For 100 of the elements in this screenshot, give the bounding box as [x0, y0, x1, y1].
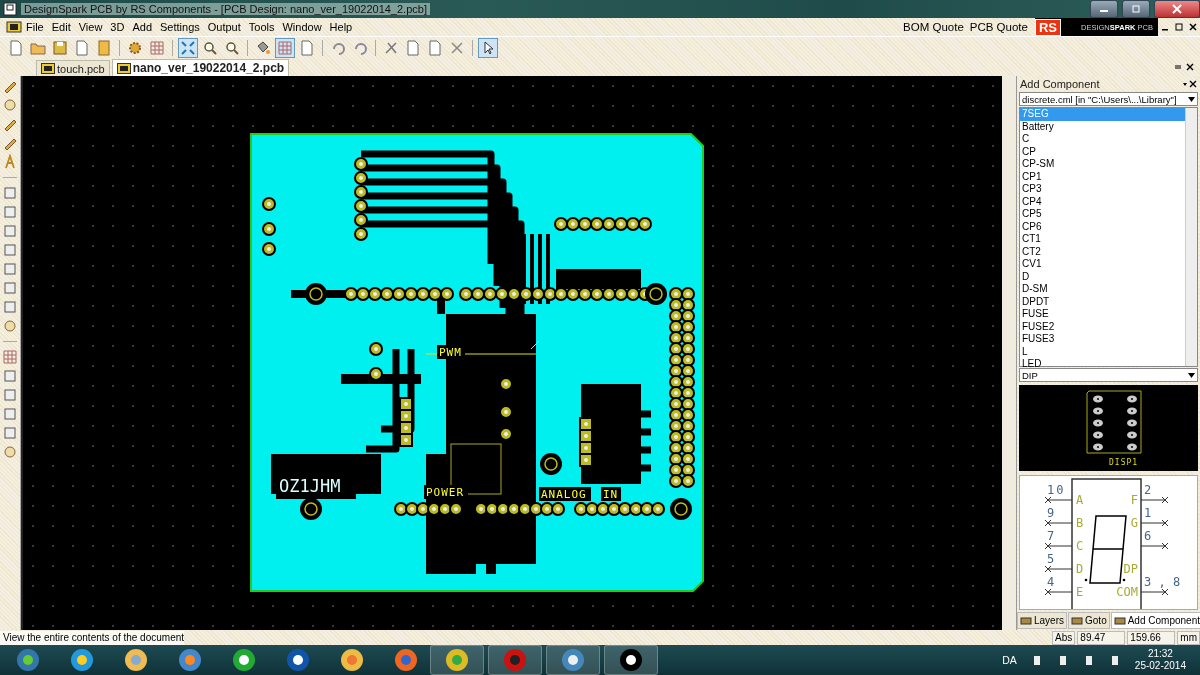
unit-label: mm — [1177, 630, 1200, 645]
x-coordinate: 89.47 — [1077, 630, 1126, 645]
pin-label: COM — [1116, 585, 1138, 599]
close-button[interactable] — [1154, 0, 1200, 18]
menu-item[interactable]: View — [74, 21, 107, 33]
language-indicator: DA — [1002, 654, 1017, 666]
pin-label: D — [1076, 562, 1084, 576]
pin-line — [1044, 542, 1073, 550]
footprint-dropdown[interactable]: DIP — [1019, 368, 1198, 382]
board-id-label: OZ1JHM — [279, 476, 341, 496]
silkscreen-label: PWM — [439, 346, 462, 359]
logo-mark: RS — [1034, 18, 1061, 36]
menu-item[interactable]: Window — [278, 21, 326, 33]
pin-number: 5 — [1047, 552, 1057, 566]
pin-number: 3 , 8 — [1144, 575, 1181, 589]
menu-item[interactable]: Settings — [156, 21, 204, 33]
menu-item[interactable]: 3D — [106, 21, 129, 33]
quote-link[interactable]: BOM Quote — [900, 21, 967, 33]
component-item[interactable]: LED — [1020, 358, 1185, 371]
panel-tab[interactable]: Add Component — [1110, 612, 1200, 629]
component-item[interactable]: L — [1020, 345, 1185, 358]
shape-icon[interactable] — [2, 261, 18, 277]
zoom-fit-icon[interactable] — [178, 38, 198, 58]
text-tool-icon[interactable] — [2, 154, 18, 170]
pin-label: A — [1076, 493, 1084, 507]
y-coordinate: 159.66 — [1127, 630, 1176, 645]
pin-label: DP — [1123, 562, 1138, 576]
panel-tab-icon — [1020, 615, 1032, 626]
component-item[interactable]: CT1 — [1020, 233, 1185, 246]
save-icon[interactable] — [50, 38, 70, 58]
menu-item[interactable]: Tools — [244, 21, 279, 33]
silkscreen-label: POWER — [426, 486, 465, 499]
coordinate-mode: Abs — [1052, 630, 1076, 645]
component-item[interactable]: Battery — [1020, 120, 1185, 133]
component-item[interactable]: CV1 — [1020, 258, 1185, 271]
shape-icon[interactable] — [2, 204, 18, 220]
quote-link[interactable]: PCB Quote — [966, 21, 1031, 33]
circle-tool-icon[interactable] — [2, 318, 18, 334]
component-item[interactable]: FUSE3 — [1020, 333, 1185, 346]
component-item[interactable]: CP4 — [1020, 195, 1185, 208]
component-item[interactable]: FUSE — [1020, 308, 1185, 321]
close-button[interactable] — [1186, 22, 1200, 32]
pin-number: 10 — [1047, 483, 1066, 497]
rectangle-icon[interactable] — [2, 299, 18, 315]
panel-tab-icon — [1071, 615, 1083, 626]
pin-line — [1140, 519, 1169, 527]
panel-tab[interactable]: Goto — [1068, 612, 1110, 629]
shape-icon[interactable] — [2, 425, 18, 441]
component-item[interactable]: CT2 — [1020, 245, 1185, 258]
component-item[interactable]: CP — [1020, 145, 1185, 158]
pin-number: 6 — [1144, 529, 1152, 543]
pin-number: 4 — [1047, 575, 1057, 589]
component-item[interactable]: C — [1020, 133, 1185, 146]
circle-tool-icon[interactable] — [2, 444, 18, 460]
caret-icon — [1188, 372, 1195, 378]
app-menu-icon[interactable] — [6, 20, 22, 34]
caret-icon — [1188, 96, 1195, 102]
restore-button[interactable] — [1122, 0, 1150, 18]
minimize-button[interactable] — [1090, 0, 1118, 18]
component-item[interactable]: CP1 — [1020, 170, 1185, 183]
grid-icon[interactable] — [147, 38, 167, 58]
shape-icon[interactable] — [2, 406, 18, 422]
pin-label: C — [1076, 539, 1084, 553]
component-item[interactable]: CP3 — [1020, 183, 1185, 196]
menu-item[interactable]: Edit — [47, 21, 75, 33]
shape-icon[interactable] — [2, 280, 18, 296]
menu-item[interactable]: File — [22, 21, 48, 33]
component-item[interactable]: CP5 — [1020, 208, 1185, 221]
component-item[interactable]: CP-SM — [1020, 158, 1185, 171]
menu-item[interactable]: Output — [203, 21, 245, 33]
vertical-scrollbar[interactable] — [1185, 108, 1197, 366]
shape-icon[interactable] — [2, 185, 18, 201]
pointer-icon[interactable] — [478, 38, 498, 58]
footprint-drawing — [1086, 390, 1141, 454]
shape-icon[interactable] — [2, 242, 18, 258]
pin-line — [1140, 496, 1169, 504]
component-item[interactable]: D — [1020, 270, 1185, 283]
close-icon[interactable] — [1189, 79, 1197, 88]
shape-icon[interactable] — [2, 368, 18, 384]
restore-button[interactable] — [1172, 22, 1186, 32]
pcb-file-icon — [116, 62, 131, 74]
pin-label: F — [1130, 493, 1138, 507]
document-tab[interactable]: touch.pcb — [36, 60, 110, 76]
panel-tab-icon — [1113, 615, 1126, 626]
component-item[interactable]: DPDT — [1020, 295, 1185, 308]
component-item[interactable]: FUSE2 — [1020, 320, 1185, 333]
menu-item[interactable]: Add — [128, 21, 156, 33]
panel-tab[interactable]: Layers — [1017, 612, 1067, 629]
library-dropdown[interactable]: discrete.cml [in "C:\Users\...\Library"] — [1019, 92, 1198, 106]
silkscreen-label: IN — [603, 488, 619, 501]
menu-item[interactable]: Help — [325, 21, 357, 33]
component-item[interactable]: D-SM — [1020, 283, 1185, 296]
vertical-scrollbar[interactable] — [1002, 76, 1016, 630]
silkscreen-label: ANALOG — [541, 488, 587, 501]
close-icon[interactable] — [1186, 62, 1194, 71]
close-icon — [1172, 4, 1182, 14]
grid-icon[interactable] — [2, 349, 18, 365]
component-item[interactable]: CP6 — [1020, 220, 1185, 233]
document-tab[interactable]: nano_ver_19022014_2.pcb — [111, 59, 290, 76]
pin-label: E — [1076, 585, 1084, 599]
